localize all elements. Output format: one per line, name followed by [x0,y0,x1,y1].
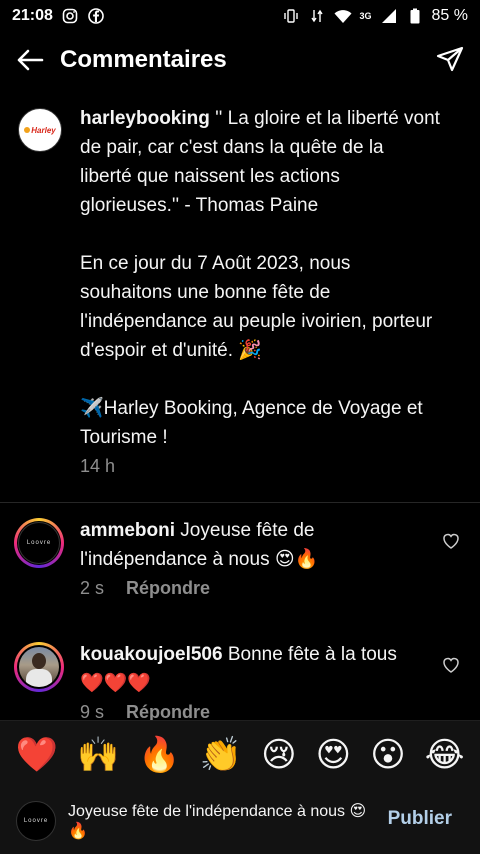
harley-logo: Harley [24,126,56,135]
send-icon [436,46,464,72]
emoji-cry-button[interactable]: 😢 [261,738,296,772]
header: Commentaires [0,32,480,88]
battery-level: 85 % [431,7,468,24]
share-button[interactable] [434,44,466,76]
comment-item: Loovre ammeboni Joyeuse fête de l'indépe… [0,516,480,599]
comment-input[interactable]: Joyeuse fête de l'indépendance à nous 😍🔥 [68,802,368,842]
caption-body: harleybooking '' La gloire et la liberté… [80,104,440,452]
avatar-logo: Loovre [23,818,49,824]
emoji-clap-button[interactable]: 👏 [200,738,242,772]
like-heart-icon[interactable] [442,656,460,674]
emoji-laughing-button[interactable]: 😂 [425,738,465,772]
comment-body: kouakoujoel506 Bonne fête à la tous❤️❤️❤… [80,640,420,698]
post-caption: Harley harleybooking '' La gloire et la … [0,104,480,477]
comment-username[interactable]: ammeboni [80,520,175,541]
battery-icon [406,7,424,25]
comment-avatar[interactable] [14,642,64,692]
signal-icon [380,7,398,25]
caption-time: 14 h [80,456,116,476]
caption-meta: 14 h [80,456,440,477]
caption-username[interactable]: harleybooking [80,108,210,129]
divider [0,502,480,503]
emoji-surprised-button[interactable]: 😮 [370,738,405,772]
comment-item: kouakoujoel506 Bonne fête à la tous❤️❤️❤… [0,640,480,723]
emoji-raised-hands-button[interactable]: 🙌 [77,738,119,772]
network-type: 3G [359,11,372,21]
avatar-logo: Loovre [26,540,52,546]
status-bar: 21:08 3G 85 % [0,0,480,32]
facebook-icon [87,7,105,25]
emoji-heart-eyes-button[interactable]: 😍 [316,738,351,772]
avatar-photo [19,647,59,687]
instagram-icon [61,7,79,25]
vibrate-icon [282,7,300,25]
comment-time: 2 s [80,578,105,598]
comment-avatar[interactable]: Loovre [14,518,64,568]
emoji-quick-bar: ❤️ 🙌 🔥 👏 😢 😍 😮 😂 [0,720,480,788]
caption-text: '' La gloire et la liberté vont de pair,… [80,108,440,448]
wifi-icon [334,7,352,25]
current-user-avatar: Loovre [16,801,56,841]
comment-input-bar: Loovre Joyeuse fête de l'indépendance à … [0,788,480,854]
emoji-fire-button[interactable]: 🔥 [138,738,180,772]
page-title: Commentaires [60,46,227,73]
author-avatar[interactable]: Harley [18,108,62,152]
emoji-heart-button[interactable]: ❤️ [16,738,58,772]
publish-button[interactable]: Publier [388,808,452,830]
status-time: 21:08 [12,7,53,24]
comment-username[interactable]: kouakoujoel506 [80,644,223,665]
reply-button[interactable]: Répondre [126,578,210,599]
like-heart-icon[interactable] [442,532,460,550]
back-button[interactable] [0,32,60,88]
data-transfer-icon [308,7,326,25]
comment-body: ammeboni Joyeuse fête de l'indépendance … [80,516,420,574]
back-arrow-icon [17,49,44,71]
comment-meta: 2 s Répondre [80,578,420,599]
